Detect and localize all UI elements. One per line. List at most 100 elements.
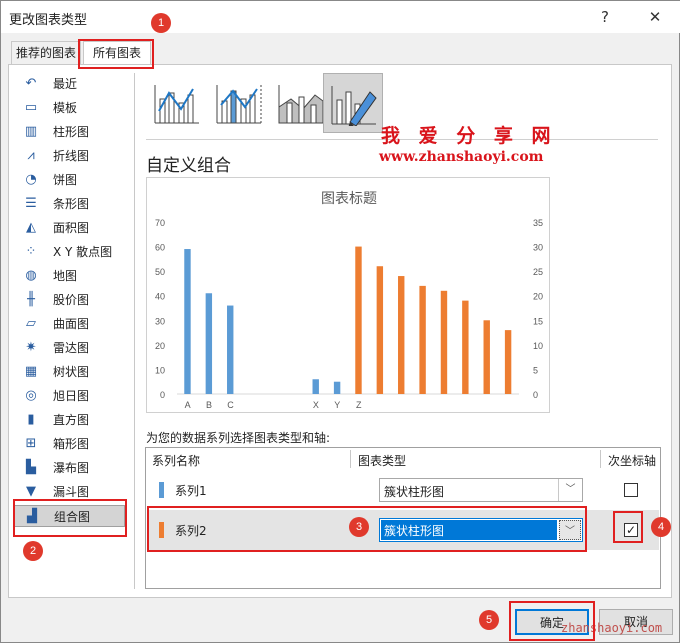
x-tick-label: C (227, 400, 234, 410)
step-badge-4: 4 (651, 517, 671, 537)
chart-bar (398, 276, 405, 394)
sidebar-item-stock-chart[interactable]: ╫ 股价图 (13, 289, 125, 311)
chart-plot: 0 10 20 30 40 50 60 70 0 5 10 15 20 25 30 35 A B C X Y Z (155, 218, 543, 410)
y-tick-label: 50 (155, 267, 165, 277)
surface-chart-icon: ▱ (26, 316, 36, 331)
radar-chart-icon: ✷ (25, 340, 37, 355)
x-tick-label: A (185, 400, 191, 410)
x-tick-label: Z (356, 400, 362, 410)
stock-chart-icon: ╫ (27, 292, 35, 307)
combo-type-custom[interactable] (323, 73, 383, 133)
y2-tick-label: 20 (533, 292, 543, 302)
help-button[interactable]: ? (591, 5, 619, 29)
folder-icon: ▭ (24, 100, 38, 115)
highlight-all-charts-tab (78, 39, 154, 69)
sidebar-item-area-chart[interactable]: ◭ 面积图 (13, 217, 125, 239)
chart-bar (312, 379, 319, 394)
line-chart-icon: ⩘ (27, 148, 35, 163)
header-separator (350, 450, 351, 468)
sidebar-item-recent[interactable]: ↶ 最近 (13, 73, 125, 95)
sidebar-item-surface-chart[interactable]: ▱ 曲面图 (13, 313, 125, 335)
sidebar-item-waterfall[interactable]: ▙ 瀑布图 (13, 457, 125, 479)
chart-bar (483, 320, 490, 394)
y-tick-label: 70 (155, 218, 165, 228)
scatter-chart-icon: ⁘ (25, 244, 37, 259)
combo-type-column-line-secondary[interactable] (209, 73, 269, 133)
chart-bar (355, 246, 362, 394)
sidebar-item-scatter-chart[interactable]: ⁘ X Y 散点图 (13, 241, 125, 263)
y2-tick-label: 25 (533, 267, 543, 277)
header-secondary-axis: 次坐标轴 (608, 454, 657, 468)
step-badge-1: 1 (151, 13, 171, 33)
chart-type-dropdown[interactable]: 簇状柱形图 ﹀ (379, 478, 583, 502)
y2-tick-label: 15 (533, 316, 543, 326)
header-series-name: 系列名称 (152, 454, 201, 468)
secondary-axis-checkbox[interactable] (624, 483, 638, 497)
sidebar-item-label: 面积图 (53, 221, 90, 235)
sidebar-divider (134, 73, 135, 589)
chart-bar (227, 305, 234, 394)
close-button[interactable]: ✕ (641, 5, 669, 29)
highlight-secondary-axis (613, 511, 643, 543)
funnel-icon: ▼ (26, 484, 36, 499)
highlight-ok-button (509, 601, 595, 641)
y2-tick-label: 35 (533, 218, 543, 228)
waterfall-icon: ▙ (26, 460, 36, 475)
sidebar-item-label: 直方图 (53, 413, 90, 427)
y-tick-label: 60 (155, 243, 165, 253)
y2-tick-label: 5 (533, 365, 538, 375)
sidebar-item-label: 旭日图 (53, 389, 90, 403)
sidebar-item-label: 树状图 (53, 365, 90, 379)
sidebar-item-column-chart[interactable]: ▥ 柱形图 (13, 121, 125, 143)
chart-bar (184, 249, 191, 394)
y2-tick-label: 10 (533, 341, 543, 351)
sidebar-item-folder[interactable]: ▭ 模板 (13, 97, 125, 119)
header-chart-type: 图表类型 (358, 454, 407, 468)
y2-tick-label: 30 (533, 243, 543, 253)
sidebar-item-radar-chart[interactable]: ✷ 雷达图 (13, 337, 125, 359)
combo-type-clustered-column-line[interactable] (147, 73, 207, 133)
sidebar-item-label: 条形图 (53, 197, 90, 211)
histogram-icon: ▮ (27, 412, 35, 427)
sidebar-item-label: X Y 散点图 (53, 245, 113, 259)
sidebar-item-box-whisker[interactable]: ⊞ 箱形图 (13, 433, 125, 455)
sidebar-item-label: 地图 (53, 269, 78, 283)
combo-type-stacked-area-column[interactable] (271, 73, 331, 133)
watermark-url: www.zhanshaoyi.com (379, 149, 544, 165)
sidebar-item-label: 折线图 (53, 149, 90, 163)
sidebar-item-label: 瀑布图 (53, 461, 90, 475)
chart-bar (333, 381, 341, 394)
sidebar-item-line-chart[interactable]: ⩘ 折线图 (13, 145, 125, 167)
sidebar-item-map[interactable]: ◍ 地图 (13, 265, 125, 287)
dialog-title: 更改图表类型 (9, 13, 88, 28)
sidebar-item-treemap[interactable]: ▦ 树状图 (13, 361, 125, 383)
section-title: 自定义组合 (146, 156, 231, 176)
sidebar-item-label: 曲面图 (53, 317, 90, 331)
x-tick-label: B (206, 400, 212, 410)
area-chart-icon: ◭ (26, 220, 36, 235)
stacked-area-column-icon (278, 85, 324, 124)
sidebar-item-sunburst[interactable]: ◎ 旭日图 (13, 385, 125, 407)
sidebar-item-label: 股价图 (53, 293, 90, 307)
y-tick-label: 10 (155, 365, 165, 375)
chart-bar (462, 300, 469, 394)
series-name: 系列1 (175, 484, 207, 498)
watermark-title: 我 爱 分 享 网 (381, 125, 557, 147)
map-icon: ◍ (25, 268, 37, 283)
column-chart-icon: ▥ (24, 124, 38, 139)
x-tick-label: X (313, 400, 319, 410)
chevron-down-icon[interactable]: ﹀ (558, 479, 582, 501)
chart-bar (440, 290, 448, 394)
series-row-1[interactable]: 系列1 簇状柱形图 ﹀ (147, 470, 659, 510)
series-prompt-label: 为您的数据系列选择图表类型和轴: (146, 431, 331, 445)
sidebar-item-histogram[interactable]: ▮ 直方图 (13, 409, 125, 431)
change-chart-type-dialog: 更改图表类型 ? ✕ 推荐的图表 所有图表 ↶ 最近 ▭ 模板 ▥ 柱形图 ⩘ 折线图 ◔ 饼图 ☰… (0, 0, 680, 643)
pie-chart-icon: ◔ (25, 172, 37, 187)
sidebar-item-pie-chart[interactable]: ◔ 饼图 (13, 169, 125, 191)
bar-chart-icon: ☰ (25, 196, 37, 211)
series-color-swatch (159, 482, 164, 498)
sidebar-item-bar-chart[interactable]: ☰ 条形图 (13, 193, 125, 215)
box-whisker-icon: ⊞ (25, 436, 37, 451)
tab-recommended[interactable]: 推荐的图表 (11, 41, 82, 65)
chart-type-value: 簇状柱形图 (384, 485, 445, 499)
